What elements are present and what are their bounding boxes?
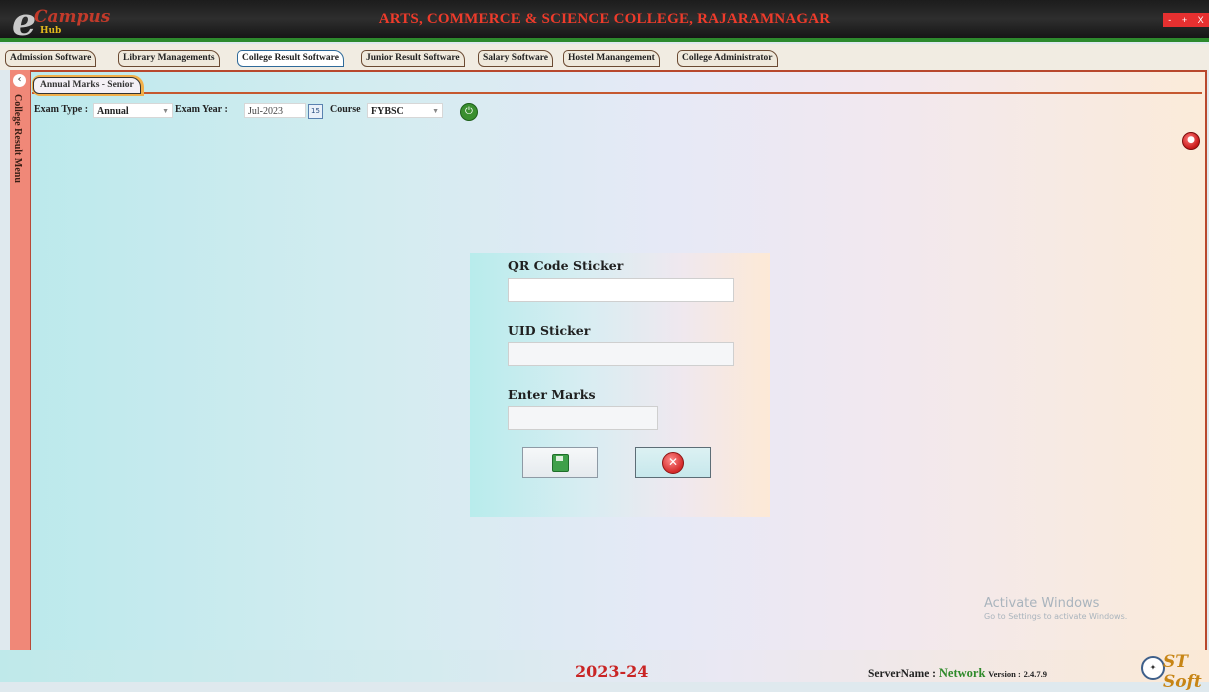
server-value: Network xyxy=(938,666,986,680)
marks-entry-panel: QR Code Sticker UID Sticker Enter Marks … xyxy=(470,253,770,517)
tab-hostel-management[interactable]: Hostel Manangement xyxy=(563,50,660,67)
title-divider xyxy=(0,38,1209,42)
save-button[interactable] xyxy=(522,447,598,478)
qr-code-input[interactable] xyxy=(508,278,734,302)
course-label: Course xyxy=(330,104,361,115)
vendor-logo: ✦ ST Soft xyxy=(1141,652,1202,692)
tab-junior-result-software[interactable]: Junior Result Software xyxy=(361,50,465,67)
tab-admission-software[interactable]: Admission Software xyxy=(5,50,97,67)
uid-sticker-label: UID Sticker xyxy=(508,323,591,338)
maximize-button[interactable]: + xyxy=(1182,15,1187,25)
vendor-logo-text: ST Soft xyxy=(1163,652,1202,692)
exam-year-field[interactable]: Jul-2023 xyxy=(244,103,306,118)
close-window-button[interactable]: X xyxy=(1198,15,1204,25)
calendar-icon[interactable]: 15 xyxy=(308,104,323,119)
app-title: ARTS, COMMERCE & SCIENCE COLLEGE, RAJARA… xyxy=(378,11,831,27)
tab-annual-marks-senior[interactable]: Annual Marks - Senior xyxy=(33,77,141,94)
exam-type-select[interactable]: Annual ▼ xyxy=(93,103,173,118)
course-select[interactable]: FYBSC ▼ xyxy=(367,103,443,118)
side-menu-label: College Result Menu xyxy=(12,94,23,183)
server-info: ServerName : Network Version : 2.4.7.9 xyxy=(868,666,1047,681)
tab-college-result-software[interactable]: College Result Software xyxy=(237,50,344,67)
marks-input[interactable] xyxy=(508,406,658,430)
tab-library-managements[interactable]: Library Managements xyxy=(118,50,220,67)
watermark-title: Activate Windows xyxy=(984,596,1100,611)
watermark-subtitle: Go to Settings to activate Windows. xyxy=(984,612,1128,621)
version-label: Version : xyxy=(988,669,1021,679)
exam-type-label: Exam Type : xyxy=(34,104,89,115)
chevron-down-icon: ▼ xyxy=(432,107,439,115)
activate-windows-watermark: Activate Windows Go to Settings to activ… xyxy=(984,596,1127,621)
tab-salary-software[interactable]: Salary Software xyxy=(478,50,553,67)
status-bar: 2023-24 ServerName : Network Version : 2… xyxy=(0,650,1209,692)
qr-code-label: QR Code Sticker xyxy=(508,258,624,273)
tab-college-administrator[interactable]: College Administrator xyxy=(677,50,778,67)
server-label: ServerName : xyxy=(868,668,937,680)
title-bar: e Campus Hub ARTS, COMMERCE & SCIENCE CO… xyxy=(0,0,1209,44)
exam-type-value: Annual xyxy=(97,106,129,117)
minimize-button[interactable]: - xyxy=(1168,15,1171,25)
version-value: 2.4.7.9 xyxy=(1023,669,1048,679)
window-controls: - + X xyxy=(1163,13,1209,27)
close-form-icon[interactable]: ● xyxy=(1182,132,1200,150)
uid-sticker-input[interactable] xyxy=(508,342,734,366)
course-value: FYBSC xyxy=(371,106,404,117)
vendor-seal-icon: ✦ xyxy=(1141,656,1165,680)
cancel-button[interactable]: ✕ xyxy=(635,447,711,478)
academic-year: 2023-24 xyxy=(575,662,649,681)
power-refresh-icon[interactable]: ⏻ xyxy=(460,103,478,121)
enter-marks-label: Enter Marks xyxy=(508,387,596,402)
module-tab-strip: Admission Software Library Managements C… xyxy=(0,44,1209,70)
exam-year-label: Exam Year : xyxy=(175,104,228,115)
save-icon xyxy=(551,453,569,472)
chevron-down-icon: ▼ xyxy=(162,107,169,115)
college-result-side-menu[interactable]: ‹ College Result Menu xyxy=(10,70,31,650)
chevron-left-icon[interactable]: ‹ xyxy=(13,74,26,87)
cancel-icon: ✕ xyxy=(662,451,684,474)
